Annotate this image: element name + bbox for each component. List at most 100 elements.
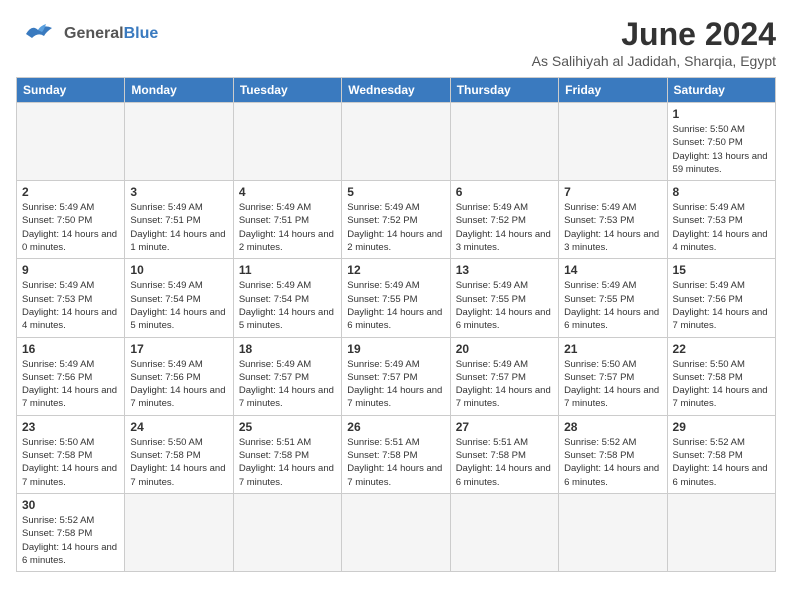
calendar-day-cell: 24 Sunrise: 5:50 AM Sunset: 7:58 PM Dayli… [125, 415, 233, 493]
calendar-day-cell: 26Sunrise: 5:51 AM Sunset: 7:58 PM Dayli… [342, 415, 450, 493]
calendar-day-cell: 9 Sunrise: 5:49 AM Sunset: 7:53 PM Daylig… [17, 259, 125, 337]
day-number: 6 [456, 185, 553, 199]
day-number: 4 [239, 185, 336, 199]
calendar-day-cell: 2Sunrise: 5:49 AM Sunset: 7:50 PM Daylig… [17, 181, 125, 259]
day-info: Sunrise: 5:49 AM Sunset: 7:55 PM Dayligh… [564, 279, 661, 332]
day-info: Sunrise: 5:52 AM Sunset: 7:58 PM Dayligh… [673, 436, 770, 489]
calendar-day-cell: 11 Sunrise: 5:49 AM Sunset: 7:54 PM Dayli… [233, 259, 341, 337]
day-number: 13 [456, 263, 553, 277]
day-number: 11 [239, 263, 336, 277]
day-info: Sunrise: 5:49 AM Sunset: 7:51 PM Dayligh… [239, 201, 336, 254]
calendar-day-cell: 8 Sunrise: 5:49 AM Sunset: 7:53 PM Daylig… [667, 181, 775, 259]
calendar-day-cell: 15 Sunrise: 5:49 AM Sunset: 7:56 PM Dayli… [667, 259, 775, 337]
day-info: Sunrise: 5:50 AM Sunset: 7:58 PM Dayligh… [22, 436, 119, 489]
calendar-day-cell [125, 493, 233, 571]
location-subtitle: As Salihiyah al Jadidah, Sharqia, Egypt [532, 53, 776, 69]
day-info: Sunrise: 5:50 AM Sunset: 7:57 PM Dayligh… [564, 358, 661, 411]
calendar-week-row: 2Sunrise: 5:49 AM Sunset: 7:50 PM Daylig… [17, 181, 776, 259]
calendar-day-cell: 4 Sunrise: 5:49 AM Sunset: 7:51 PM Daylig… [233, 181, 341, 259]
logo-text: GeneralBlue [64, 25, 158, 43]
day-info: Sunrise: 5:49 AM Sunset: 7:53 PM Dayligh… [22, 279, 119, 332]
day-number: 14 [564, 263, 661, 277]
day-number: 26 [347, 420, 444, 434]
calendar-day-cell: 27 Sunrise: 5:51 AM Sunset: 7:58 PM Dayli… [450, 415, 558, 493]
month-title: June 2024 [532, 16, 776, 53]
day-number: 16 [22, 342, 119, 356]
calendar-day-cell [559, 493, 667, 571]
calendar-week-row: 30Sunrise: 5:52 AM Sunset: 7:58 PM Dayli… [17, 493, 776, 571]
calendar-day-cell: 22 Sunrise: 5:50 AM Sunset: 7:58 PM Dayli… [667, 337, 775, 415]
day-number: 25 [239, 420, 336, 434]
calendar-day-cell: 23 Sunrise: 5:50 AM Sunset: 7:58 PM Dayli… [17, 415, 125, 493]
calendar-day-cell: 28Sunrise: 5:52 AM Sunset: 7:58 PM Dayli… [559, 415, 667, 493]
day-number: 12 [347, 263, 444, 277]
calendar-day-cell [559, 103, 667, 181]
calendar-day-cell: 12 Sunrise: 5:49 AM Sunset: 7:55 PM Dayli… [342, 259, 450, 337]
day-number: 30 [22, 498, 119, 512]
day-info: Sunrise: 5:49 AM Sunset: 7:57 PM Dayligh… [239, 358, 336, 411]
calendar-day-cell: 14 Sunrise: 5:49 AM Sunset: 7:55 PM Dayli… [559, 259, 667, 337]
day-info: Sunrise: 5:49 AM Sunset: 7:51 PM Dayligh… [130, 201, 227, 254]
calendar-day-cell: 25 Sunrise: 5:51 AM Sunset: 7:58 PM Dayli… [233, 415, 341, 493]
calendar-day-cell [17, 103, 125, 181]
day-number: 20 [456, 342, 553, 356]
calendar-day-cell: 7 Sunrise: 5:49 AM Sunset: 7:53 PM Daylig… [559, 181, 667, 259]
day-info: Sunrise: 5:49 AM Sunset: 7:53 PM Dayligh… [564, 201, 661, 254]
calendar-day-cell: 13Sunrise: 5:49 AM Sunset: 7:55 PM Dayli… [450, 259, 558, 337]
day-number: 3 [130, 185, 227, 199]
calendar-header-row: SundayMondayTuesdayWednesdayThursdayFrid… [17, 78, 776, 103]
calendar-week-row: 9 Sunrise: 5:49 AM Sunset: 7:53 PM Daylig… [17, 259, 776, 337]
calendar-day-cell [667, 493, 775, 571]
day-info: Sunrise: 5:49 AM Sunset: 7:56 PM Dayligh… [673, 279, 770, 332]
day-info: Sunrise: 5:50 AM Sunset: 7:58 PM Dayligh… [673, 358, 770, 411]
title-block: June 2024 As Salihiyah al Jadidah, Sharq… [532, 16, 776, 69]
calendar-day-cell: 1 Sunrise: 5:50 AM Sunset: 7:50 PM Daylig… [667, 103, 775, 181]
day-number: 7 [564, 185, 661, 199]
day-info: Sunrise: 5:49 AM Sunset: 7:54 PM Dayligh… [239, 279, 336, 332]
day-info: Sunrise: 5:49 AM Sunset: 7:56 PM Dayligh… [130, 358, 227, 411]
day-of-week-header: Tuesday [233, 78, 341, 103]
day-number: 15 [673, 263, 770, 277]
calendar-day-cell: 18Sunrise: 5:49 AM Sunset: 7:57 PM Dayli… [233, 337, 341, 415]
day-info: Sunrise: 5:50 AM Sunset: 7:58 PM Dayligh… [130, 436, 227, 489]
day-info: Sunrise: 5:49 AM Sunset: 7:53 PM Dayligh… [673, 201, 770, 254]
day-number: 5 [347, 185, 444, 199]
day-info: Sunrise: 5:49 AM Sunset: 7:55 PM Dayligh… [347, 279, 444, 332]
calendar-day-cell [342, 103, 450, 181]
day-info: Sunrise: 5:49 AM Sunset: 7:56 PM Dayligh… [22, 358, 119, 411]
day-info: Sunrise: 5:49 AM Sunset: 7:57 PM Dayligh… [347, 358, 444, 411]
day-info: Sunrise: 5:49 AM Sunset: 7:52 PM Dayligh… [347, 201, 444, 254]
calendar-day-cell: 16 Sunrise: 5:49 AM Sunset: 7:56 PM Dayli… [17, 337, 125, 415]
calendar-day-cell [125, 103, 233, 181]
calendar-table: SundayMondayTuesdayWednesdayThursdayFrid… [16, 77, 776, 572]
calendar-week-row: 16 Sunrise: 5:49 AM Sunset: 7:56 PM Dayli… [17, 337, 776, 415]
day-number: 27 [456, 420, 553, 434]
day-number: 24 [130, 420, 227, 434]
day-info: Sunrise: 5:51 AM Sunset: 7:58 PM Dayligh… [239, 436, 336, 489]
calendar-day-cell: 10Sunrise: 5:49 AM Sunset: 7:54 PM Dayli… [125, 259, 233, 337]
calendar-day-cell: 19Sunrise: 5:49 AM Sunset: 7:57 PM Dayli… [342, 337, 450, 415]
calendar-day-cell: 29Sunrise: 5:52 AM Sunset: 7:58 PM Dayli… [667, 415, 775, 493]
logo: GeneralBlue [16, 16, 158, 52]
calendar-week-row: 1 Sunrise: 5:50 AM Sunset: 7:50 PM Daylig… [17, 103, 776, 181]
day-number: 1 [673, 107, 770, 121]
day-of-week-header: Thursday [450, 78, 558, 103]
day-of-week-header: Saturday [667, 78, 775, 103]
day-number: 23 [22, 420, 119, 434]
day-info: Sunrise: 5:50 AM Sunset: 7:50 PM Dayligh… [673, 123, 770, 176]
day-number: 8 [673, 185, 770, 199]
calendar-day-cell [233, 493, 341, 571]
day-info: Sunrise: 5:49 AM Sunset: 7:57 PM Dayligh… [456, 358, 553, 411]
calendar-day-cell: 6 Sunrise: 5:49 AM Sunset: 7:52 PM Daylig… [450, 181, 558, 259]
calendar-day-cell [450, 493, 558, 571]
page-header: GeneralBlue June 2024 As Salihiyah al Ja… [16, 16, 776, 69]
calendar-week-row: 23 Sunrise: 5:50 AM Sunset: 7:58 PM Dayli… [17, 415, 776, 493]
day-number: 9 [22, 263, 119, 277]
day-number: 22 [673, 342, 770, 356]
day-number: 21 [564, 342, 661, 356]
day-of-week-header: Sunday [17, 78, 125, 103]
day-info: Sunrise: 5:51 AM Sunset: 7:58 PM Dayligh… [456, 436, 553, 489]
day-info: Sunrise: 5:49 AM Sunset: 7:52 PM Dayligh… [456, 201, 553, 254]
day-number: 28 [564, 420, 661, 434]
calendar-day-cell: 30Sunrise: 5:52 AM Sunset: 7:58 PM Dayli… [17, 493, 125, 571]
